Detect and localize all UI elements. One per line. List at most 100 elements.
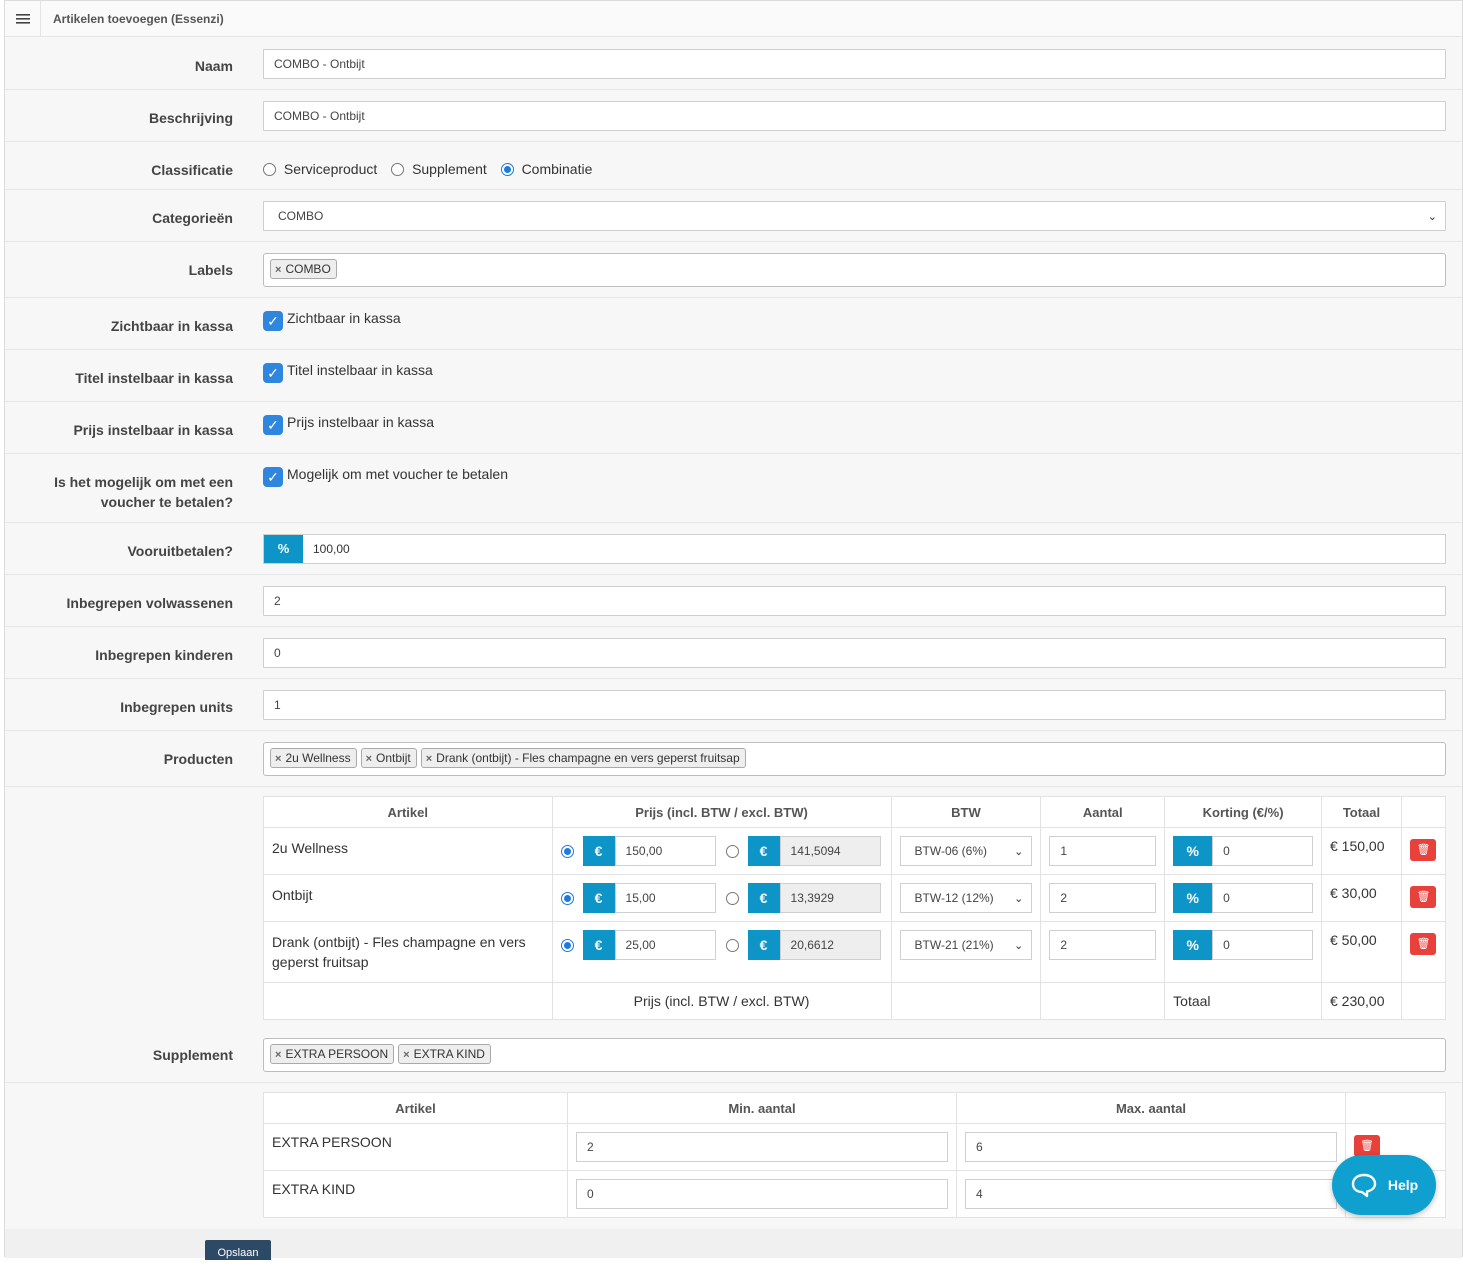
product-btw-cell: BTW-21 (21%) ⌄ <box>890 921 1042 983</box>
titel-checkbox[interactable]: ✓ <box>263 363 283 383</box>
supplement-table-row: Artikel Min. aantal Max. aantal EXTRA PE… <box>5 1083 1462 1229</box>
delete-row-button[interactable]: 🗑 <box>1354 1135 1380 1157</box>
panel-header: Artikelen toevoegen (Essenzi) <box>5 0 1462 37</box>
units-input[interactable]: 1 <box>263 690 1446 720</box>
footer-empty <box>1040 982 1166 1020</box>
btw-select[interactable]: BTW-21 (21%) ⌄ <box>899 930 1033 960</box>
percent-addon[interactable]: % <box>264 535 303 563</box>
price-excl-input: 20,6612 <box>779 930 881 960</box>
max-aantal-input[interactable]: 4 <box>965 1179 1337 1209</box>
korting-input[interactable]: 0 <box>1212 836 1313 866</box>
max-aantal-input[interactable]: 6 <box>965 1132 1337 1162</box>
product-artikel: Drank (ontbijt) - Fles champagne en vers… <box>263 921 553 983</box>
chevron-down-icon: ⌄ <box>1014 940 1024 952</box>
titel-checkbox-label: Titel instelbaar in kassa <box>287 362 433 378</box>
korting-input[interactable]: 0 <box>1212 930 1313 960</box>
product-btw-cell: BTW-06 (6%) ⌄ <box>890 827 1042 875</box>
categorieen-select[interactable]: COMBO ⌄ <box>263 201 1446 231</box>
categorieen-value: COMBO <box>278 209 324 223</box>
price-incl-input[interactable]: 25,00 <box>614 930 716 960</box>
vooruit-input[interactable]: 100,00 <box>303 535 350 563</box>
price-incl-radio[interactable] <box>560 844 574 858</box>
price-excl-input: 141,5094 <box>779 836 881 866</box>
row-volwassenen: Inbegrepen volwassenen 2 <box>5 575 1462 627</box>
labels-tag-input[interactable]: × COMBO <box>263 253 1446 287</box>
footer-totaal-label: Totaal <box>1164 982 1322 1020</box>
save-button[interactable]: Opslaan <box>205 1240 271 1260</box>
beschrijving-input[interactable]: COMBO - Ontbijt <box>263 101 1446 131</box>
product-prijs-cell: €15,00 €13,3929 <box>551 874 892 922</box>
volwassenen-input[interactable]: 2 <box>263 586 1446 616</box>
labels-label: Labels <box>188 262 233 278</box>
remove-tag-icon[interactable]: × <box>403 1049 409 1061</box>
product-prijs-cell: €150,00 €141,5094 <box>551 827 892 875</box>
price-incl-radio[interactable] <box>560 938 574 952</box>
article-form-panel: Artikelen toevoegen (Essenzi) Naam COMBO… <box>4 0 1463 1258</box>
btw-select[interactable]: BTW-12 (12%) ⌄ <box>899 883 1033 913</box>
btw-select[interactable]: BTW-06 (6%) ⌄ <box>899 836 1033 866</box>
product-artikel: 2u Wellness <box>263 827 553 875</box>
row-beschrijving: Beschrijving COMBO - Ontbijt <box>5 90 1462 142</box>
korting-type-toggle[interactable]: % <box>1173 930 1213 960</box>
voucher-checkbox[interactable]: ✓ <box>263 467 283 487</box>
zichtbaar-checkbox-wrap: ✓ Zichtbaar in kassa <box>263 310 1446 331</box>
korting-type-toggle[interactable]: % <box>1173 883 1213 913</box>
supplement-min-cell: 2 <box>567 1123 957 1171</box>
col-actions <box>1400 796 1447 828</box>
price-incl-radio[interactable] <box>560 891 574 905</box>
euro-addon: € <box>582 883 615 913</box>
product-aantal-cell: 2 <box>1040 921 1166 983</box>
delete-row-button[interactable]: 🗑 <box>1410 839 1437 861</box>
remove-tag-icon[interactable]: × <box>366 753 372 765</box>
row-classificatie: Classificatie Serviceproduct Supplement … <box>5 142 1462 190</box>
producten-tag-input[interactable]: × 2u Wellness × Ontbijt × Drank (ontbijt) - F… <box>263 742 1446 776</box>
row-prijs: Prijs instelbaar in kassa ✓ Prijs instelb… <box>5 402 1462 454</box>
price-excl-radio[interactable] <box>725 938 739 952</box>
supplement-table: Artikel Min. aantal Max. aantal EXTRA PE… <box>263 1092 1446 1218</box>
euro-addon: € <box>747 930 780 960</box>
supplement-min-cell: 0 <box>567 1170 957 1218</box>
hamburger-menu-icon[interactable] <box>5 0 41 37</box>
row-voucher: Is het mogelijk om met een voucher te be… <box>5 454 1462 523</box>
delete-row-button[interactable]: 🗑 <box>1410 886 1437 908</box>
remove-tag-icon[interactable]: × <box>426 753 432 765</box>
remove-tag-icon[interactable]: × <box>275 1049 281 1061</box>
prijs-checkbox[interactable]: ✓ <box>263 415 283 435</box>
radio-supplement[interactable] <box>391 163 405 176</box>
radio-serviceproduct[interactable] <box>263 163 276 176</box>
help-button[interactable]: Help <box>1332 1155 1436 1215</box>
radio-combinatie[interactable] <box>500 163 514 176</box>
korting-input[interactable]: 0 <box>1212 883 1313 913</box>
remove-tag-icon[interactable]: × <box>275 753 281 765</box>
supplement-row: EXTRA KIND 0 4 <box>263 1170 1446 1218</box>
chevron-down-icon: ⌄ <box>1014 846 1024 858</box>
price-incl-input[interactable]: 15,00 <box>614 883 716 913</box>
price-incl-input[interactable]: 150,00 <box>614 836 716 866</box>
classificatie-label: Classificatie <box>151 162 233 178</box>
korting-type-toggle[interactable]: % <box>1173 836 1213 866</box>
col-btw: BTW <box>890 796 1042 828</box>
categorieen-label: Categorieën <box>152 210 233 226</box>
row-producten: Producten × 2u Wellness × Ontbijt × Drank (on… <box>5 731 1462 787</box>
delete-row-button[interactable]: 🗑 <box>1410 933 1437 955</box>
price-excl-input: 13,3929 <box>779 883 881 913</box>
zichtbaar-checkbox[interactable]: ✓ <box>263 311 283 331</box>
naam-input[interactable]: COMBO - Ontbijt <box>263 49 1446 79</box>
price-excl-radio[interactable] <box>725 844 739 858</box>
product-korting-cell: % 0 <box>1164 874 1322 922</box>
aantal-input[interactable]: 2 <box>1049 883 1157 913</box>
remove-tag-icon[interactable]: × <box>275 264 281 276</box>
min-aantal-input[interactable]: 2 <box>576 1132 948 1162</box>
aantal-input[interactable]: 1 <box>1049 836 1157 866</box>
naam-label: Naam <box>194 58 233 74</box>
aantal-input[interactable]: 2 <box>1049 930 1157 960</box>
supplement-artikel: EXTRA KIND <box>263 1170 568 1218</box>
supplement-tag-input[interactable]: × EXTRA PERSOON × EXTRA KIND <box>263 1038 1446 1072</box>
btw-value: BTW-21 (21%) <box>914 938 994 952</box>
volwassenen-label: Inbegrepen volwassenen <box>66 595 234 611</box>
col-sup-actions <box>1345 1092 1446 1124</box>
kinderen-input[interactable]: 0 <box>263 638 1446 668</box>
min-aantal-input[interactable]: 0 <box>576 1179 948 1209</box>
price-excl-radio[interactable] <box>725 891 739 905</box>
col-totaal: Totaal <box>1321 796 1402 828</box>
